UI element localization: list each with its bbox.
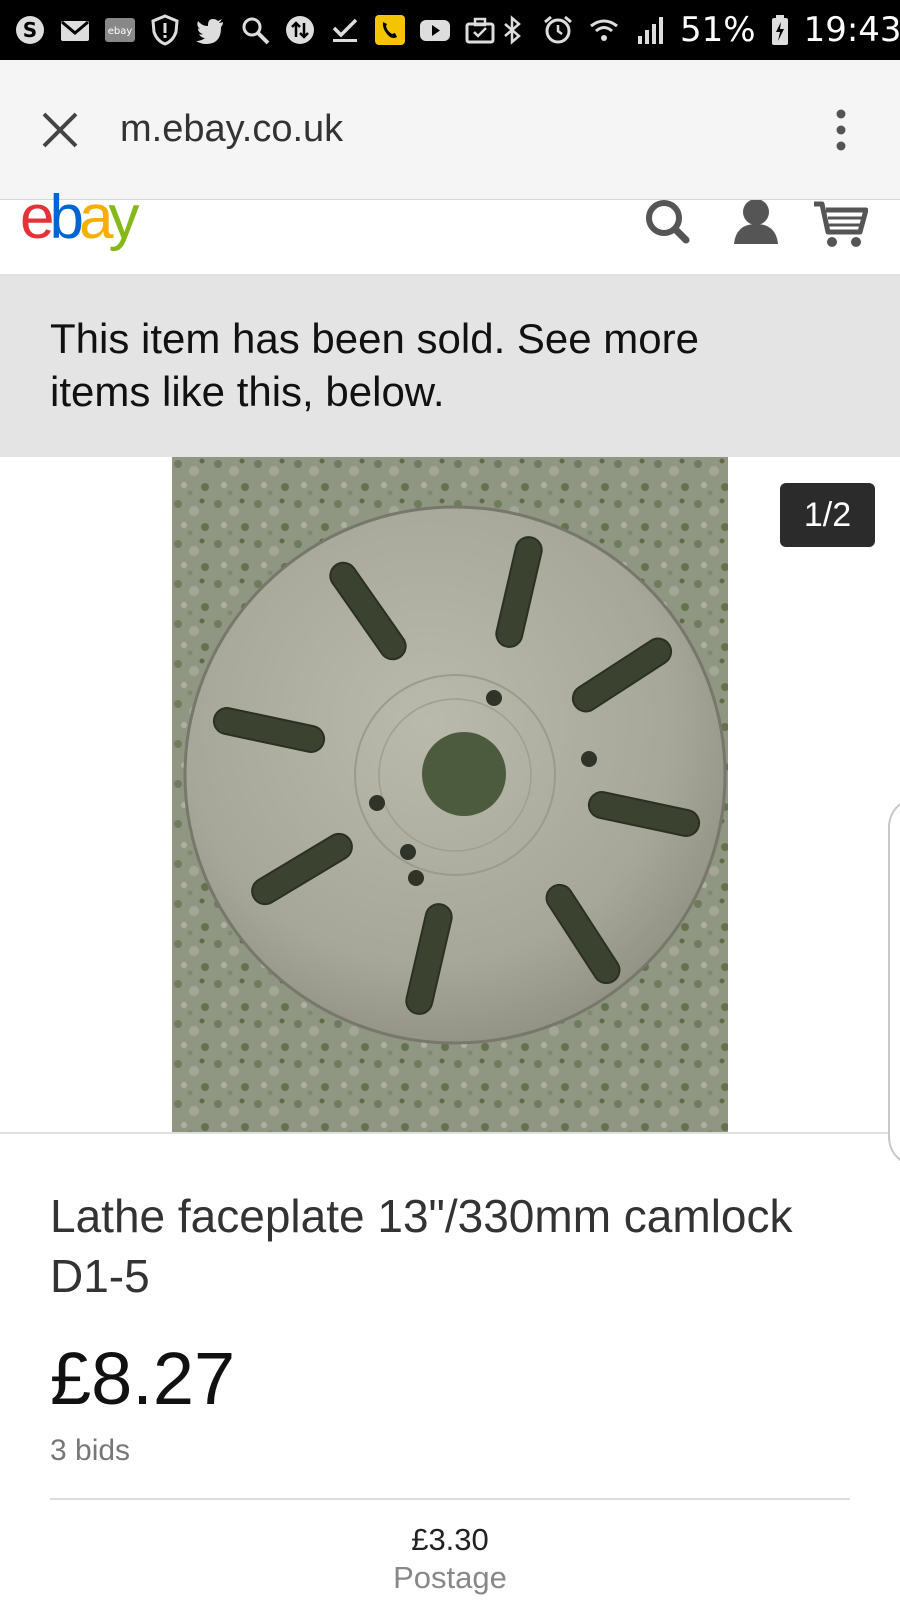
item-price: £8.27 xyxy=(50,1337,236,1420)
search-app-icon xyxy=(239,14,271,46)
postage-label: Postage xyxy=(393,1560,507,1595)
cart-icon[interactable] xyxy=(812,200,869,250)
bid-count[interactable]: 3 bids xyxy=(50,1434,130,1468)
divider xyxy=(50,1498,850,1500)
sold-notice-banner: This item has been sold. See more items … xyxy=(0,276,900,457)
svg-text:ebay: ebay xyxy=(108,26,133,37)
image-counter-badge: 1/2 xyxy=(780,483,875,547)
browser-toolbar: m.ebay.co.uk xyxy=(0,60,900,200)
close-icon[interactable] xyxy=(38,108,82,152)
url-display[interactable]: m.ebay.co.uk xyxy=(120,108,343,151)
gmail-icon xyxy=(59,14,91,46)
twitter-icon xyxy=(194,14,226,46)
wifi-icon xyxy=(588,14,620,46)
site-header: ebay xyxy=(0,183,900,276)
briefcase-icon xyxy=(464,14,496,46)
product-image[interactable] xyxy=(172,457,728,1132)
logo-letter-b: b xyxy=(49,183,84,252)
item-title: Lathe faceplate 13"/330mm camlock D1-5 xyxy=(50,1190,793,1302)
search-icon[interactable] xyxy=(640,200,696,250)
signal-icon xyxy=(634,14,666,46)
sold-notice-text: This item has been sold. See more items … xyxy=(50,315,699,415)
side-drawer-handle[interactable] xyxy=(888,797,900,1167)
status-bar: S ebay 51% 19:43 xyxy=(0,0,900,60)
logo-letter-e: e xyxy=(20,183,55,252)
account-icon[interactable] xyxy=(728,199,784,250)
sync-icon xyxy=(284,14,316,46)
image-gallery[interactable]: 1/2 xyxy=(0,457,900,1167)
postage-price: £3.30 xyxy=(411,1522,489,1557)
battery-icon xyxy=(770,14,790,46)
alarm-icon xyxy=(542,14,574,46)
alert-shield-icon xyxy=(149,14,181,46)
battery-percent: 51% xyxy=(680,10,756,50)
system-status: 51% 19:43 xyxy=(496,10,900,50)
ebay-logo[interactable]: ebay xyxy=(20,182,139,253)
skype-icon: S xyxy=(14,14,46,46)
overflow-menu-icon[interactable] xyxy=(830,108,852,152)
youtube-icon xyxy=(419,14,451,46)
clock: 19:43 xyxy=(803,10,900,50)
phone-call-icon xyxy=(374,14,406,46)
bluetooth-icon xyxy=(496,14,528,46)
svg-text:S: S xyxy=(23,18,37,42)
notification-icons: S ebay xyxy=(14,14,496,46)
logo-letter-a: a xyxy=(78,183,114,252)
ebay-app-icon: ebay xyxy=(104,14,136,46)
logo-letter-y: y xyxy=(108,183,139,252)
download-done-icon xyxy=(329,14,361,46)
